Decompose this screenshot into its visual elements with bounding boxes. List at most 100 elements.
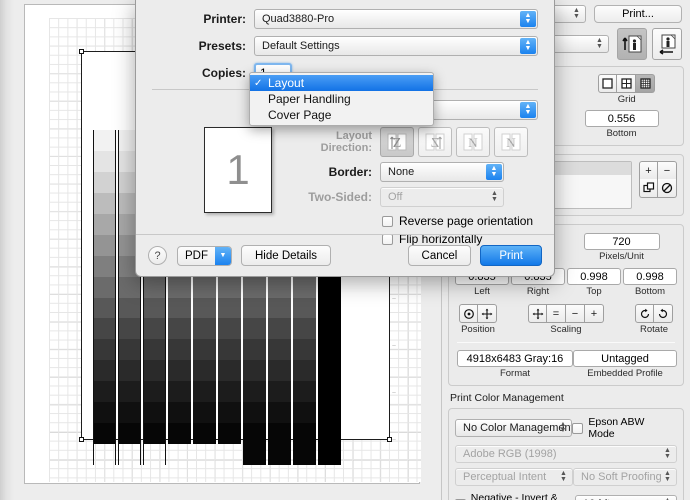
scaling-control: = − + Scaling [528, 304, 604, 335]
svg-text:Z: Z [393, 136, 402, 151]
wedge-step [243, 402, 266, 423]
wedge-step [94, 193, 115, 214]
layout-direction-row: Layout Direction: Z Z N [286, 127, 538, 157]
svg-text:N: N [468, 135, 478, 150]
wedge-step [94, 381, 115, 402]
layout-direction-vertical-left-icon[interactable]: N [494, 127, 528, 157]
img-top-input[interactable]: 0.998 [567, 268, 621, 285]
two-sided-popup[interactable]: Off ▲▼ [380, 187, 504, 207]
color-management-mode-popup[interactable]: No Color Management ▲▼ [455, 419, 572, 437]
scale-plus-button[interactable]: + [585, 304, 604, 323]
printer-profile-popup[interactable]: Adobe RGB (1998) ▲▼ [455, 445, 677, 463]
wedge-step [94, 130, 115, 151]
wedge-step [293, 339, 316, 360]
menu-item-paper-handling[interactable]: Paper Handling [250, 91, 433, 107]
print-dialog-print-button[interactable]: Print [480, 245, 542, 266]
wedge-step [144, 381, 165, 402]
help-button[interactable]: ? [148, 246, 167, 265]
printer-popup[interactable]: Quad3880-Pro ▲▼ [254, 9, 538, 29]
wedge-step [268, 423, 291, 444]
img-bottom-input[interactable]: 0.998 [623, 268, 677, 285]
format-value: 4918x6483 Gray:16 [457, 350, 573, 367]
menu-item-cover-page[interactable]: Cover Page [250, 107, 433, 123]
negative-invert-flip-row[interactable]: Negative - Invert & Flip [455, 492, 575, 500]
cancel-button[interactable]: Cancel [408, 245, 472, 266]
rotate-ccw-icon[interactable] [635, 304, 654, 323]
chevron-updown-icon-twosided: ▲▼ [490, 190, 499, 204]
layout-direction-vertical-right-icon[interactable]: N [456, 127, 490, 157]
rotate-control: Rotate [635, 304, 673, 335]
wedge-step [119, 360, 140, 381]
scale-minus-button[interactable]: − [566, 304, 585, 323]
wedge-step [293, 360, 316, 381]
presets-row: Presets: Default Settings ▲▼ [136, 36, 538, 56]
wedge-step [193, 423, 216, 444]
orientation-landscape-button[interactable] [652, 28, 682, 60]
page-preview: 1 [204, 127, 272, 213]
grid-none-icon[interactable] [598, 74, 617, 93]
wedge-step [293, 402, 316, 423]
selection-handle-bl[interactable] [79, 437, 84, 442]
wedge-step [268, 444, 291, 465]
orientation-portrait-button[interactable] [617, 28, 647, 60]
selection-handle-tl[interactable] [79, 49, 84, 54]
menu-item-label: Layout [268, 76, 304, 90]
wedge-step [144, 423, 165, 444]
bit-depth-popup[interactable]: 16-bit ▲▼ [575, 495, 677, 500]
two-sided-label: Two-Sided: [286, 190, 380, 204]
add-file-button[interactable]: + [639, 161, 658, 180]
soft-proofing-popup[interactable]: No Soft Proofing ▲▼ [573, 468, 677, 486]
copies-label: Copies: [136, 66, 254, 80]
rendering-intent-popup[interactable]: Perceptual Intent ▲▼ [455, 468, 573, 486]
wedge-step [243, 318, 266, 339]
menu-item-label: Cover Page [268, 108, 331, 122]
wedge-step [119, 277, 140, 298]
layout-direction-label: Layout Direction: [286, 130, 380, 154]
wedge-step [243, 298, 266, 319]
move-icon[interactable] [478, 304, 497, 323]
border-row: Border: None ▲▼ [286, 162, 538, 182]
wedge-step [293, 444, 316, 465]
pixels-unit-input[interactable]: 720 [584, 233, 660, 250]
print-button[interactable]: Print... [594, 5, 682, 23]
disable-icon[interactable] [658, 179, 677, 198]
wedge-step [144, 402, 165, 423]
canvas-left-shadow [0, 0, 14, 500]
menu-item-layout[interactable]: ✓Layout [250, 75, 433, 91]
pane-chooser-menu[interactable]: ✓LayoutPaper HandlingCover Page [249, 72, 434, 126]
wedge-step [94, 172, 115, 193]
presets-popup[interactable]: Default Settings ▲▼ [254, 36, 538, 56]
reverse-orientation-checkbox[interactable] [382, 216, 393, 227]
epson-abw-checkbox[interactable] [572, 423, 583, 434]
wedge-step [268, 339, 291, 360]
wedge-step [193, 277, 216, 298]
duplicate-icon[interactable] [639, 179, 658, 198]
epson-abw-mode-checkbox-row[interactable]: Epson ABW Mode [572, 416, 673, 440]
hide-details-button[interactable]: Hide Details [241, 245, 331, 266]
layout-direction-zigzag-right-icon[interactable]: Z [380, 127, 414, 157]
grid-fine-icon[interactable] [636, 74, 655, 93]
pdf-button[interactable]: PDF ▼ [177, 246, 232, 266]
chevron-updown-icon-printer: ▲▼ [520, 11, 536, 27]
bottom-margin-input[interactable]: 0.556 [585, 110, 659, 127]
layout-direction-zigzag-left-icon[interactable]: Z [418, 127, 452, 157]
rotate-cw-icon[interactable] [654, 304, 673, 323]
border-popup[interactable]: None ▲▼ [380, 162, 504, 182]
scale-equal-button[interactable]: = [547, 304, 566, 323]
wedge-step [218, 381, 241, 402]
img-bottom-caption: Bottom [635, 286, 665, 297]
rotate-caption: Rotate [640, 324, 668, 335]
chevron-down-icon-pdf[interactable]: ▼ [215, 247, 231, 265]
print-dialog[interactable]: Printer: Quad3880-Pro ▲▼ Presets: Defaul… [135, 0, 555, 277]
fit-icon[interactable] [528, 304, 547, 323]
chevron-updown-icon-profile: ▲▼ [663, 447, 672, 461]
remove-file-button[interactable]: − [658, 161, 677, 180]
wedge-step [193, 318, 216, 339]
wedge-step [193, 360, 216, 381]
reverse-orientation-row[interactable]: Reverse page orientation [382, 214, 538, 228]
chevron-updown-icon-2: ▲▼ [595, 37, 604, 51]
grid-coarse-icon[interactable] [617, 74, 636, 93]
center-icon[interactable] [459, 304, 478, 323]
wedge-step [144, 318, 165, 339]
wedge-step [243, 360, 266, 381]
